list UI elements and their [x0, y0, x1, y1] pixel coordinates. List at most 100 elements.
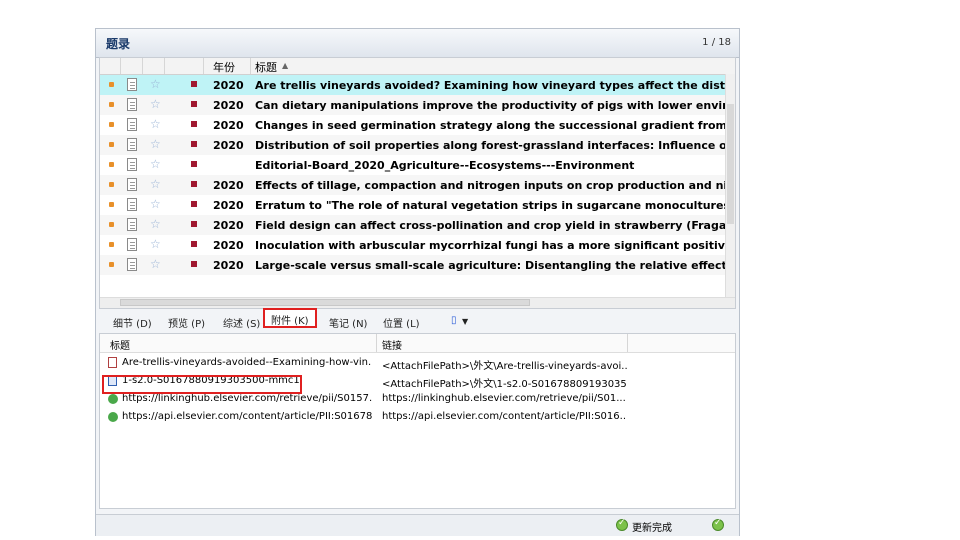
row-title: Changes in seed germination strategy alo… [255, 119, 725, 132]
attachments-column-link[interactable]: 链接 [382, 337, 402, 352]
flag-icon [191, 261, 197, 267]
star-icon[interactable]: ☆ [150, 97, 161, 111]
row-title: Inoculation with arbuscular mycorrhizal … [255, 239, 725, 252]
read-status-icon [109, 142, 114, 147]
flag-icon [191, 81, 197, 87]
highlight-box [102, 375, 302, 394]
row-year: 2020 [213, 79, 244, 92]
list-item[interactable]: https://api.elsevier.com/content/article… [100, 408, 735, 426]
attachments-panel: 标题 链接 Are-trellis-vineyards-avoided--Exa… [99, 333, 736, 509]
read-status-icon [109, 242, 114, 247]
column-header-title[interactable]: 标题 [255, 59, 277, 75]
row-year: 2020 [213, 239, 244, 252]
table-row[interactable]: ☆ 2020 Large-scale versus small-scale agri… [100, 255, 728, 275]
vertical-scroll-thumb[interactable] [727, 104, 734, 224]
attachment-link: https://linkinghub.elsevier.com/retrieve… [382, 393, 626, 404]
horizontal-scrollbar[interactable] [100, 297, 735, 308]
reference-grid[interactable]: 年份 标题 ▲ ☆ 2020 Are trellis vineyards avoid… [99, 57, 736, 309]
flag-icon [191, 181, 197, 187]
flag-icon [191, 241, 197, 247]
document-icon [127, 78, 137, 91]
row-year: 2020 [213, 139, 244, 152]
row-year: 2020 [213, 219, 244, 232]
star-icon[interactable]: ☆ [150, 237, 161, 251]
star-icon[interactable]: ☆ [150, 257, 161, 271]
column-header-year[interactable]: 年份 [213, 59, 235, 75]
vertical-scrollbar[interactable] [725, 74, 735, 298]
row-title: Distribution of soil properties along fo… [255, 139, 725, 152]
list-item[interactable]: Are-trellis-vineyards-avoided--Examining… [100, 354, 735, 372]
row-title: Are trellis vineyards avoided? Examining… [255, 79, 725, 92]
table-row[interactable]: ☆ 2020 Can dietary manipulations improve t… [100, 95, 728, 115]
document-icon [127, 158, 137, 171]
document-icon [127, 198, 137, 211]
document-icon [127, 118, 137, 131]
attachment-link: <AttachFilePath>\外文\1-s2.0-S016788091930… [382, 379, 627, 390]
panel-titlebar: 题录 1 / 18 [96, 29, 739, 58]
status-ok-icon [616, 518, 628, 531]
row-title: Editorial-Board_2020_Agriculture--Ecosys… [255, 159, 635, 172]
star-icon[interactable]: ☆ [150, 77, 161, 91]
panel-title: 题录 [106, 37, 131, 51]
star-icon[interactable]: ☆ [150, 117, 161, 131]
row-year: 2020 [213, 179, 244, 192]
attachment-link: <AttachFilePath>\外文\Are-trellis-vineyard… [382, 361, 627, 372]
detail-tabs: 细节 (D) 预览 (P) 综述 (S) 附件 (K) 笔记 (N) 位置 (L… [99, 308, 736, 333]
document-icon [127, 178, 137, 191]
attachment-title: Are-trellis-vineyards-avoided--Examining… [122, 357, 372, 368]
flag-icon [191, 101, 197, 107]
grid-header: 年份 标题 ▲ [100, 58, 735, 75]
paperclip-icon[interactable]: ▯ [451, 315, 457, 326]
tab-details[interactable]: 细节 (D) [113, 315, 152, 330]
table-row[interactable]: ☆ 2020 Effects of tillage, compaction and … [100, 175, 728, 195]
read-status-icon [109, 222, 114, 227]
table-row[interactable]: ☆ Editorial-Board_2020_Agriculture--Ecosy… [100, 155, 728, 175]
table-row[interactable]: ☆ 2020 Field design can affect cross-polli… [100, 215, 728, 235]
flag-icon [191, 161, 197, 167]
document-icon [127, 98, 137, 111]
star-icon[interactable]: ☆ [150, 157, 161, 171]
sort-ascending-icon: ▲ [282, 61, 289, 70]
attachment-title: https://linkinghub.elsevier.com/retrieve… [122, 393, 372, 404]
read-status-icon [109, 202, 114, 207]
tab-summary[interactable]: 综述 (S) [223, 315, 260, 330]
tab-location[interactable]: 位置 (L) [383, 315, 420, 330]
status-bar: 更新完成 [96, 514, 739, 536]
table-row[interactable]: ☆ 2020 Distribution of soil properties alo… [100, 135, 728, 155]
row-year: 2020 [213, 259, 244, 272]
read-status-icon [109, 102, 114, 107]
document-icon [127, 218, 137, 231]
flag-icon [191, 201, 197, 207]
attachments-column-title[interactable]: 标题 [110, 337, 130, 352]
star-icon[interactable]: ☆ [150, 137, 161, 151]
tab-attachments[interactable]: 附件 (K) [263, 308, 317, 328]
status-text: 更新完成 [632, 523, 672, 534]
attachment-title: https://api.elsevier.com/content/article… [122, 411, 372, 422]
document-icon [127, 138, 137, 151]
star-icon[interactable]: ☆ [150, 197, 161, 211]
read-status-icon [109, 262, 114, 267]
chevron-down-icon[interactable]: ▼ [462, 317, 468, 326]
flag-icon [191, 141, 197, 147]
tab-preview[interactable]: 预览 (P) [168, 315, 205, 330]
horizontal-scroll-thumb[interactable] [120, 299, 530, 306]
attachments-header: 标题 链接 [100, 334, 735, 353]
read-status-icon [109, 122, 114, 127]
table-row[interactable]: ☆ 2020 Are trellis vineyards avoided? Exam… [100, 75, 728, 95]
row-year: 2020 [213, 119, 244, 132]
read-status-icon [109, 162, 114, 167]
star-icon[interactable]: ☆ [150, 217, 161, 231]
star-icon[interactable]: ☆ [150, 177, 161, 191]
table-row[interactable]: ☆ 2020 Changes in seed germination strateg… [100, 115, 728, 135]
row-title: Can dietary manipulations improve the pr… [255, 99, 725, 112]
row-title: Effects of tillage, compaction and nitro… [255, 179, 725, 192]
table-row[interactable]: ☆ 2020 Erratum to "The role of natural veg… [100, 195, 728, 215]
web-link-icon [108, 412, 118, 422]
row-title: Erratum to "The role of natural vegetati… [255, 199, 725, 212]
table-row[interactable]: ☆ 2020 Inoculation with arbuscular mycorrh… [100, 235, 728, 255]
document-icon [127, 238, 137, 251]
reference-window: 题录 1 / 18 年份 标题 ▲ ☆ 2020 Are trellis viney… [95, 28, 740, 536]
tab-notes[interactable]: 笔记 (N) [329, 315, 367, 330]
read-status-icon [109, 82, 114, 87]
web-link-icon [108, 394, 118, 404]
